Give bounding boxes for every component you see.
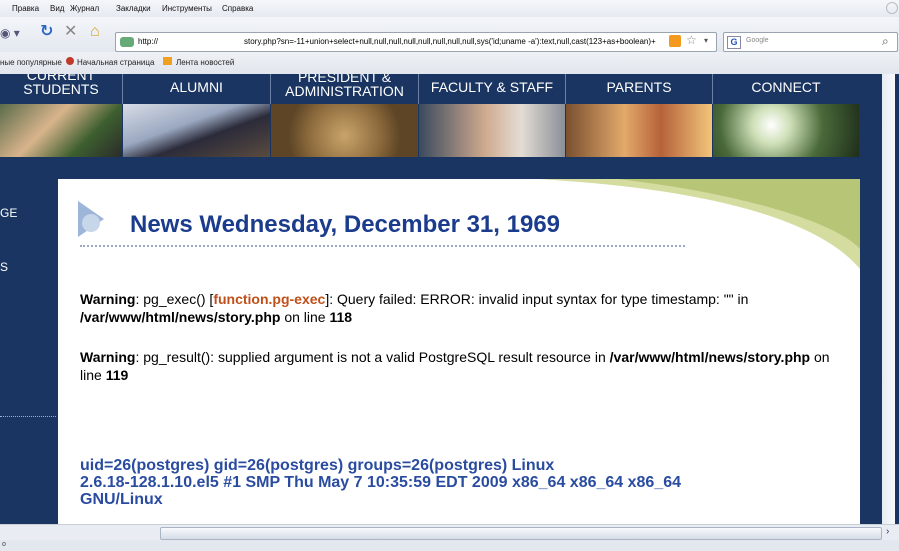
search-box[interactable]: G Google ⌕ [723,32,898,52]
menu-bar: Правка Вид Журнал Закладки Инструменты С… [0,0,899,17]
rss-folder-icon [163,57,172,65]
connect-photo [713,104,859,157]
rss-icon[interactable] [669,35,681,47]
menu-view[interactable]: Вид [50,4,64,13]
scroll-right-icon[interactable]: › [886,526,889,537]
menu-bookmarks[interactable]: Закладки [116,4,151,13]
site-identity-icon[interactable] [120,37,134,47]
nav-label: PARENTS [606,79,672,95]
function-link[interactable]: function.pg-exec [213,291,325,307]
stop-icon[interactable]: ✕ [64,24,77,40]
warning-message-1: Warning: pg_exec() [function.pg-exec]: Q… [80,290,840,326]
url-value: http:// [138,37,159,46]
menu-tools[interactable]: Инструменты [162,4,212,13]
warning-text: on line [280,309,330,325]
magnifier-icon[interactable]: ⌕ [882,34,889,49]
nav-label: ALUMNI [170,79,223,95]
web-page: CURRENT STUDENTS ALUMNI PRESIDENT & ADMI… [0,74,878,524]
warning-label: Warning [80,349,136,365]
side-menu-item[interactable]: GE [0,206,17,220]
parents-photo [566,104,712,157]
nav-label: CONNECT [751,79,821,95]
content-panel: News Wednesday, December 31, 1969 Warnin… [58,179,860,524]
bookmark-popular[interactable]: ные популярные [0,58,62,67]
warning-text: : pg_result(): supplied argument is not … [135,349,610,365]
seal-photo [271,104,418,157]
line-number: 119 [105,367,129,383]
nav-faculty-staff[interactable]: FACULTY & STAFF [419,74,566,104]
bookmark-news[interactable]: Лента новостей [176,58,234,67]
home-icon[interactable]: ⌂ [90,24,100,40]
bookmarks-bar: ные популярные Начальная страница Лента … [0,52,899,74]
warning-label: Warning [80,291,136,307]
file-path: /var/www/html/news/story.php [80,309,281,325]
side-divider [0,416,56,417]
menu-edit[interactable]: Правка [12,4,39,13]
url-query: story.php?sn=-11+union+select+null,null,… [244,37,656,46]
file-path: /var/www/html/news/story.php [609,349,811,365]
menu-help[interactable]: Справка [222,4,253,13]
students-photo [0,104,122,157]
nav-connect[interactable]: CONNECT [713,74,859,104]
scroll-thumb[interactable] [160,527,882,540]
command-output: uid=26(postgres) gid=26(postgres) groups… [80,457,780,508]
warning-text: : pg_exec() [ [135,291,214,307]
reload-icon[interactable]: ↻ [40,24,53,40]
vertical-scrollbar[interactable] [878,74,899,524]
scroll-track[interactable] [882,74,895,524]
bookmark-home[interactable]: Начальная страница [77,58,154,67]
bookmark-home-icon [66,57,74,65]
address-bar[interactable]: http:// story.php?sn=-11+union+select+nu… [115,32,717,52]
page-title: News Wednesday, December 31, 1969 [130,211,561,238]
back-forward-icon[interactable]: ◉ ▾ [0,25,20,41]
search-engine-icon[interactable]: G [727,36,741,49]
side-menu-item[interactable]: S [0,260,8,274]
nav-alumni[interactable]: ALUMNI [123,74,271,104]
nav-current-students[interactable]: CURRENT STUDENTS [0,74,123,104]
throbber-icon [886,2,898,14]
nav-president[interactable]: PRESIDENT & ADMINISTRATION [271,74,419,104]
menu-history[interactable]: Журнал [70,4,99,13]
alumni-photo [123,104,270,157]
nav-label: PRESIDENT & ADMINISTRATION [285,74,404,99]
dropdown-icon[interactable]: ▾ [704,36,708,45]
nav-parents[interactable]: PARENTS [566,74,713,104]
faculty-photo [419,104,565,157]
star-icon[interactable]: ☆ [686,33,697,47]
output-line: GNU/Linux [80,491,163,508]
nav-label: CURRENT STUDENTS [23,74,99,97]
status-bar: o [0,540,899,551]
title-divider [80,245,685,247]
status-text: o [2,541,6,548]
nav-label: FACULTY & STAFF [430,79,554,95]
header-swoosh [78,179,860,269]
warning-message-2: Warning: pg_result(): supplied argument … [80,348,840,384]
output-line: uid=26(postgres) gid=26(postgres) groups… [80,457,555,474]
output-line: 2.6.18-128.1.10.el5 #1 SMP Thu May 7 10:… [80,474,682,491]
line-number: 118 [329,309,353,325]
horizontal-scrollbar[interactable]: › [0,524,899,541]
search-placeholder: Google [746,37,769,44]
warning-text: ]: Query failed: ERROR: invalid input sy… [325,291,749,307]
